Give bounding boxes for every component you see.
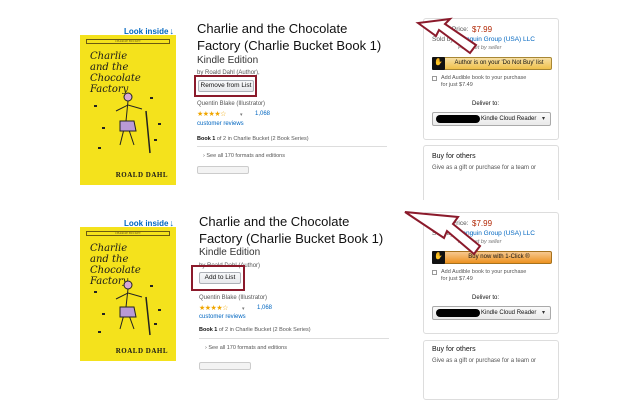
- product-panel-after: Look inside↓ CHARLIE BUCKET Charlie and …: [0, 200, 640, 400]
- product-panel-before: Look inside↓ CHARLIE BUCKET Charlie and …: [0, 0, 640, 200]
- pointer-arrow-icon: [404, 211, 482, 256]
- pointer-arrow-icon: [415, 17, 478, 55]
